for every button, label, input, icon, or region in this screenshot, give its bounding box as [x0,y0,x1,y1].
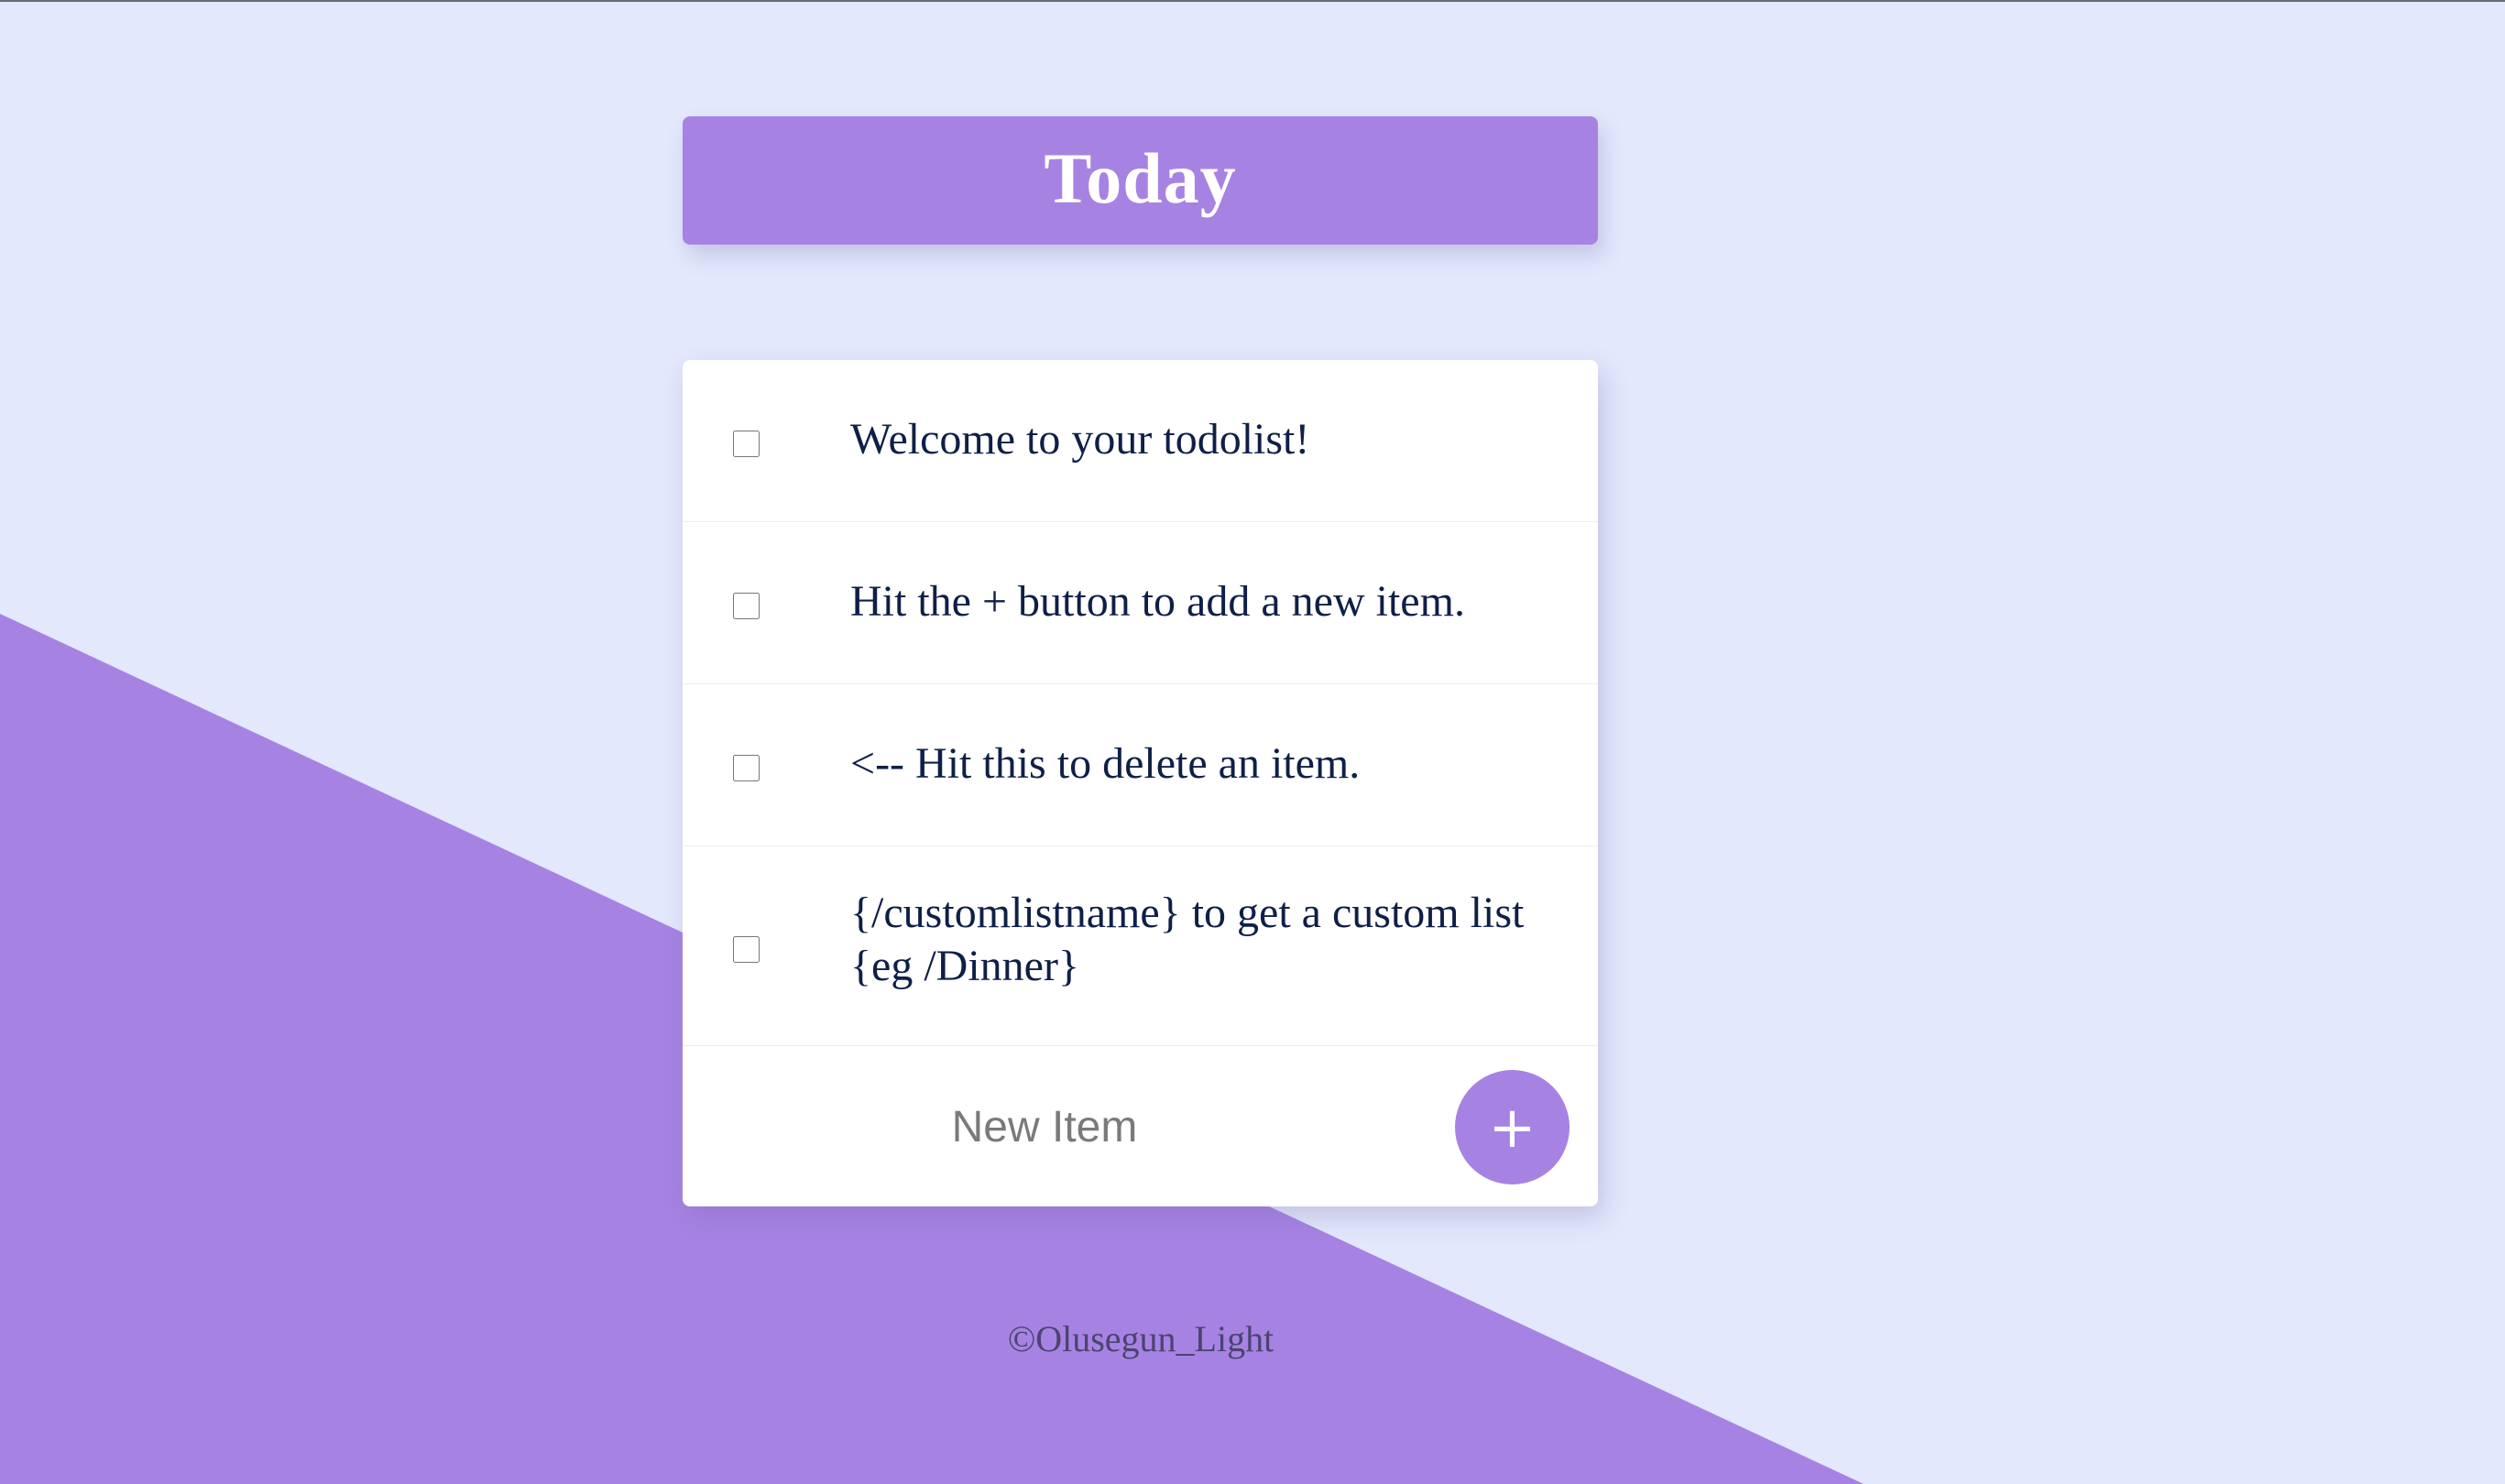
delete-item-checkbox[interactable] [733,936,760,963]
todo-item-text: Welcome to your todolist! [850,415,1310,464]
delete-item-checkbox[interactable] [733,755,760,781]
delete-item-checkbox[interactable] [733,431,760,457]
todo-item: {/customlistname} to get a custom list {… [683,846,1598,1046]
add-item-button[interactable]: + [1455,1070,1570,1184]
todo-item: <-- Hit this to delete an item. [683,684,1598,846]
new-item-input[interactable] [838,1090,1251,1163]
plus-icon: + [1488,1094,1537,1161]
window-top-border [0,0,2505,2]
todo-item: Hit the + button to add a new item. [683,522,1598,684]
list-title-banner: Today [683,116,1598,245]
todo-item-text: <-- Hit this to delete an item. [850,739,1361,788]
new-item-form: + [683,1046,1598,1206]
todo-list-card: Welcome to your todolist! Hit the + butt… [683,360,1598,1206]
page-title: Today [1044,138,1237,218]
footer-copyright: ©Olusegun_Light [1007,1318,1274,1359]
delete-item-checkbox[interactable] [733,593,760,619]
todo-item: Welcome to your todolist! [683,360,1598,522]
todo-item-text: {/customlistname} to get a custom list {… [850,889,1525,990]
todo-item-text: Hit the + button to add a new item. [850,577,1465,626]
